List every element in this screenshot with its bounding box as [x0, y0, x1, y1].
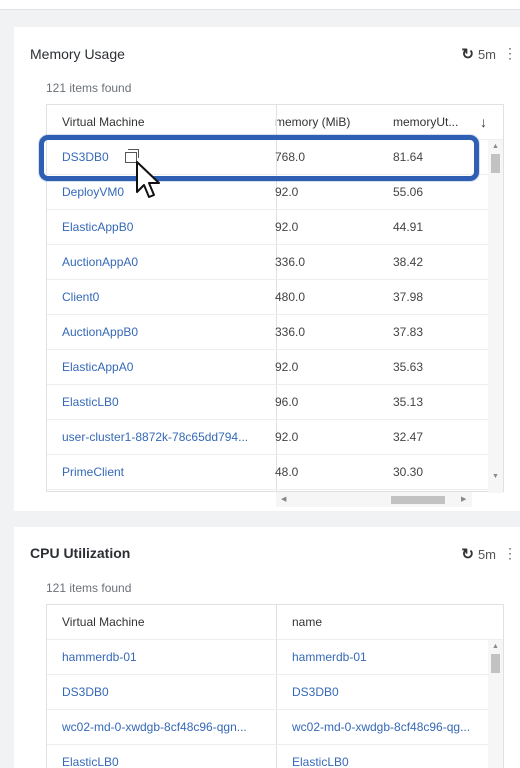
refresh-icon: ↻	[461, 46, 474, 63]
memory-value: 336.0	[275, 325, 306, 339]
memory-util-value: 37.98	[393, 290, 424, 304]
table-row[interactable]: DS3DB0 DS3DB0	[47, 675, 503, 710]
memory-util-value: 37.83	[393, 325, 424, 339]
name-link[interactable]: DS3DB0	[292, 675, 492, 710]
table-row[interactable]: AuctionAppB0 336.0 37.83	[47, 315, 503, 350]
vm-link[interactable]: user-cluster1-8872k-78c65dd794...	[62, 420, 276, 455]
table-row[interactable]: ElasticAppB0 92.0 44.91	[47, 210, 503, 245]
name-link[interactable]: hammerdb-01	[292, 640, 492, 675]
scroll-thumb[interactable]	[491, 654, 500, 673]
memory-value: 92.0	[275, 360, 299, 374]
scroll-left-arrow[interactable]: ◀	[281, 492, 286, 507]
memory-value: 768.0	[275, 150, 306, 164]
memory-value: 92.0	[275, 430, 299, 444]
table-row[interactable]: DS3DB0 768.0 81.64	[47, 140, 503, 175]
memory-util-value: 30.30	[393, 465, 424, 479]
vm-link[interactable]: ElasticAppA0	[62, 350, 276, 385]
vm-link[interactable]: ElasticLB0	[62, 385, 276, 420]
scroll-right-arrow[interactable]: ▶	[461, 492, 466, 507]
refresh-button[interactable]: ↻ 5m	[461, 545, 496, 563]
column-header-vm[interactable]: Virtual Machine	[62, 105, 276, 140]
more-options-icon[interactable]: ⋮	[503, 45, 517, 62]
vm-link[interactable]: hammerdb-01	[62, 640, 276, 675]
memory-util-value: 35.63	[393, 360, 424, 374]
memory-util-value: 38.42	[393, 255, 424, 269]
column-header-name[interactable]: name	[292, 605, 492, 640]
table-row[interactable]: Client0 480.0 37.98	[47, 280, 503, 315]
refresh-icon: ↻	[461, 546, 474, 563]
scroll-thumb-horizontal[interactable]	[391, 496, 445, 504]
table-row[interactable]: wc02-md-0-xwdgb-8cf48c96-qgn... wc02-md-0…	[47, 710, 503, 745]
scroll-thumb[interactable]	[491, 154, 500, 173]
table-row[interactable]: user-cluster1-8872k-78c65dd794... 92.0 32.…	[47, 420, 503, 455]
table-row[interactable]: AuctionAppA0 336.0 38.42	[47, 245, 503, 280]
name-link[interactable]: wc02-md-0-xwdgb-8cf48c96-qg...	[292, 710, 492, 745]
memory-util-value: 44.91	[393, 220, 424, 234]
refresh-button[interactable]: ↻ 5m	[461, 45, 496, 63]
item-count: 121 items found	[46, 81, 132, 95]
memory-util-value: 81.64	[393, 150, 424, 164]
horizontal-scrollbar[interactable]: ◀ ▶	[276, 492, 472, 507]
memory-value: 92.0	[275, 220, 299, 234]
memory-util-value: 55.06	[393, 185, 424, 199]
memory-value: 48.0	[275, 465, 299, 479]
more-options-icon[interactable]: ⋮	[503, 545, 517, 562]
table-row[interactable]: ElasticAppA0 92.0 35.63	[47, 350, 503, 385]
vm-link[interactable]: PrimeClient	[62, 455, 276, 490]
memory-value: 480.0	[275, 290, 306, 304]
vm-link[interactable]: ElasticAppB0	[62, 210, 276, 245]
memory-util-value: 35.13	[393, 395, 424, 409]
mouse-cursor-icon	[136, 161, 160, 198]
memory-value: 336.0	[275, 255, 306, 269]
scroll-up-arrow[interactable]: ▲	[488, 143, 503, 150]
scroll-up-arrow[interactable]: ▲	[488, 643, 503, 650]
table-header: Virtual Machine name	[47, 605, 503, 640]
memory-value: 96.0	[275, 395, 299, 409]
table-header: Virtual Machine memory (MiB) memoryUt...…	[47, 105, 503, 140]
table-row[interactable]: DeployVM0 92.0 55.06	[47, 175, 503, 210]
vm-link[interactable]: wc02-md-0-xwdgb-8cf48c96-qgn...	[62, 710, 276, 745]
vm-link[interactable]: ElasticLB0	[62, 745, 276, 768]
memory-usage-panel: Memory Usage ↻ 5m ⋮ 121 items found Virt…	[14, 27, 520, 511]
vertical-scrollbar[interactable]: ▲ ▼	[488, 140, 503, 493]
refresh-interval: 5m	[477, 546, 496, 562]
table-row[interactable]: hammerdb-01 hammerdb-01	[47, 640, 503, 675]
column-header-vm[interactable]: Virtual Machine	[62, 605, 276, 640]
panel-title: CPU Utilization	[30, 545, 131, 561]
vertical-scrollbar[interactable]: ▲	[488, 640, 503, 768]
vm-link[interactable]: AuctionAppB0	[62, 315, 276, 350]
vm-link[interactable]: AuctionAppA0	[62, 245, 276, 280]
refresh-interval: 5m	[477, 46, 496, 62]
table-row[interactable]: PrimeClient 48.0 30.30	[47, 455, 503, 490]
cpu-utilization-panel: CPU Utilization ↻ 5m ⋮ 121 items found V…	[14, 527, 520, 768]
table-row[interactable]: ElasticLB0 96.0 35.13	[47, 385, 503, 420]
cpu-table: Virtual Machine name hammerdb-01 hammerdb…	[46, 604, 504, 768]
top-toolbar-strip	[0, 0, 520, 10]
memory-table: Virtual Machine memory (MiB) memoryUt...…	[46, 104, 504, 493]
sort-descending-icon[interactable]: ↓	[480, 105, 494, 140]
table-row[interactable]: ElasticLB0 ElasticLB0	[47, 745, 503, 768]
vm-link[interactable]: Client0	[62, 280, 276, 315]
scroll-down-arrow[interactable]: ▼	[488, 473, 503, 480]
memory-value: 92.0	[275, 185, 299, 199]
vm-link[interactable]: DS3DB0	[62, 675, 276, 710]
memory-util-value: 32.47	[393, 430, 424, 444]
column-header-memory-util[interactable]: memoryUt...	[393, 105, 483, 140]
column-header-memory[interactable]: memory (MiB)	[275, 105, 365, 140]
panel-title: Memory Usage	[30, 46, 125, 62]
item-count: 121 items found	[46, 581, 132, 595]
name-link[interactable]: ElasticLB0	[292, 745, 492, 768]
